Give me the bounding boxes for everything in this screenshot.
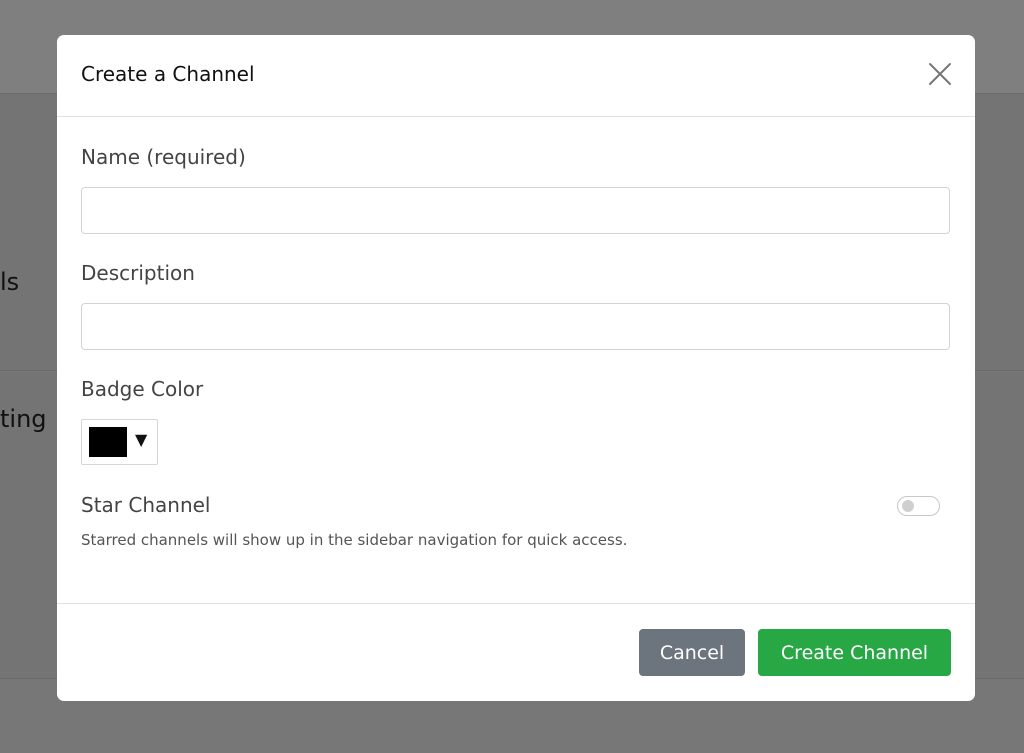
description-label: Description [81, 261, 195, 285]
name-input[interactable] [81, 187, 950, 234]
caret-down-icon: ▼ [135, 430, 148, 449]
modal-header: Create a Channel [57, 35, 975, 117]
description-input[interactable] [81, 303, 950, 350]
toggle-knob [902, 500, 914, 512]
badge-color-swatch [89, 427, 127, 457]
close-icon [929, 63, 951, 85]
badge-color-picker[interactable]: ▼ [81, 419, 158, 465]
star-channel-help-text: Starred channels will show up in the sid… [81, 531, 628, 549]
name-label: Name (required) [81, 145, 246, 169]
modal-footer: Cancel Create Channel [57, 603, 975, 701]
create-channel-modal: Create a Channel Name (required) Descrip… [57, 35, 975, 701]
create-channel-button[interactable]: Create Channel [758, 629, 951, 676]
modal-title: Create a Channel [81, 62, 255, 86]
star-channel-label: Star Channel [81, 493, 211, 517]
badge-color-label: Badge Color [81, 377, 204, 401]
close-button[interactable] [925, 59, 955, 89]
star-channel-toggle[interactable] [897, 496, 940, 516]
cancel-button[interactable]: Cancel [639, 629, 745, 676]
